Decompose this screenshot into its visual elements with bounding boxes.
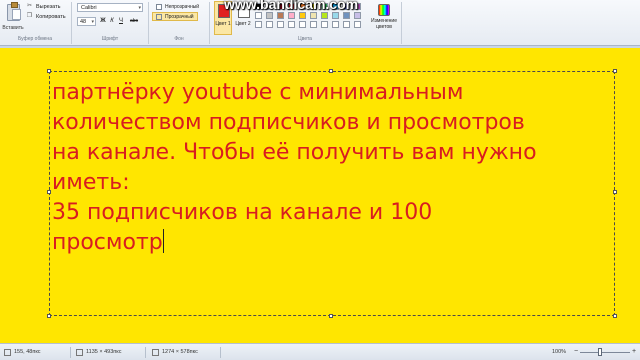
text-line: партнёрку youtube с минимальным xyxy=(52,80,464,105)
opaque-label: Непрозрачный xyxy=(165,4,200,10)
palette-swatch[interactable] xyxy=(321,12,328,19)
italic-button[interactable]: К xyxy=(108,17,116,26)
transparent-label: Прозрачный xyxy=(165,14,194,20)
text-line-last: просмотр xyxy=(52,228,614,258)
font-group-label: Шрифт xyxy=(101,36,119,42)
palette-swatch[interactable] xyxy=(255,12,262,19)
text-line: просмотр xyxy=(52,230,163,255)
copy-button[interactable]: ❐ Копировать xyxy=(26,12,66,21)
edit-colors-button[interactable]: Изменение цветов xyxy=(370,1,398,35)
zoom-slider-thumb[interactable] xyxy=(598,348,602,356)
palette-swatch[interactable] xyxy=(255,21,262,28)
resize-handle[interactable] xyxy=(329,314,333,318)
palette-swatch[interactable] xyxy=(277,21,284,28)
status-divider xyxy=(145,347,146,358)
selection-icon xyxy=(76,349,83,356)
palette-swatch[interactable] xyxy=(299,21,306,28)
ribbon: Вставить ✂ Вырезать ❐ Копировать Буфер о… xyxy=(0,0,640,46)
resize-handle[interactable] xyxy=(613,69,617,73)
background-group-label: Фон xyxy=(174,36,184,42)
resize-handle[interactable] xyxy=(47,69,51,73)
clipboard-icon xyxy=(7,2,21,21)
palette-swatch[interactable] xyxy=(354,12,361,19)
zoom-in-button[interactable]: + xyxy=(630,348,638,356)
copy-icon: ❐ xyxy=(26,13,33,19)
zoom-out-button[interactable]: − xyxy=(572,348,580,356)
text-line: количеством подписчиков и просмотров xyxy=(52,110,525,135)
palette-swatch[interactable] xyxy=(310,12,317,19)
opaque-icon xyxy=(156,4,162,10)
strikethrough-button[interactable]: abc xyxy=(127,17,141,26)
palette-swatch[interactable] xyxy=(321,21,328,28)
text-line: на канале. Чтобы её получить вам нужно xyxy=(52,140,537,165)
palette-swatch[interactable] xyxy=(354,21,361,28)
text-line: 35 подписчиков на канале и 100 xyxy=(52,200,433,225)
workspace: партнёрку youtube с минимальным количест… xyxy=(0,46,640,343)
edit-colors-label: Изменение цветов xyxy=(371,18,397,30)
image-size: 1274 × 578пкс xyxy=(152,344,198,360)
text-caret xyxy=(162,229,164,253)
chevron-down-icon: ▾ xyxy=(138,5,141,11)
font-size-select[interactable]: 48 ▾ xyxy=(77,17,96,26)
copy-label: Копировать xyxy=(36,13,66,20)
cursor-position: 155, 48пкс xyxy=(4,344,41,360)
palette-swatch[interactable] xyxy=(299,12,306,19)
palette-swatch[interactable] xyxy=(332,21,339,28)
group-divider xyxy=(401,2,402,44)
resize-handle[interactable] xyxy=(613,314,617,318)
status-bar: 155, 48пкс 1135 × 493пкс 1274 × 578пкс 1… xyxy=(0,343,640,360)
cursor-position-value: 155, 48пкс xyxy=(14,349,41,355)
underline-button[interactable]: Ч xyxy=(117,17,125,26)
font-family-select[interactable]: Calibri ▾ xyxy=(77,3,143,12)
resize-handle[interactable] xyxy=(47,190,51,194)
text-content[interactable]: партнёрку youtube с минимальным количест… xyxy=(52,78,614,258)
resize-handle[interactable] xyxy=(47,314,51,318)
palette-swatch[interactable] xyxy=(343,21,350,28)
bold-button[interactable]: Ж xyxy=(99,17,107,26)
chevron-down-icon: ▾ xyxy=(91,19,94,25)
font-size-value: 48 xyxy=(80,19,87,25)
opaque-option[interactable]: Непрозрачный xyxy=(152,2,200,11)
palette-swatch[interactable] xyxy=(266,12,273,19)
zoom-level: 100% xyxy=(552,349,567,355)
palette-swatch[interactable] xyxy=(332,12,339,19)
text-box[interactable]: партнёрку youtube с минимальным количест… xyxy=(47,69,617,318)
color-wheel-icon xyxy=(378,4,390,16)
palette-swatch[interactable] xyxy=(266,21,273,28)
cut-label: Вырезать xyxy=(36,3,61,10)
status-divider xyxy=(70,347,71,358)
palette-swatch[interactable] xyxy=(277,12,284,19)
cut-button[interactable]: ✂ Вырезать xyxy=(26,2,60,11)
transparent-option[interactable]: Прозрачный xyxy=(152,12,198,21)
cursor-icon xyxy=(4,349,11,356)
font-family-value: Calibri xyxy=(81,5,97,11)
drawing-canvas[interactable]: партнёрку youtube с минимальным количест… xyxy=(0,48,640,343)
resize-handle[interactable] xyxy=(329,69,333,73)
status-divider xyxy=(220,347,221,358)
scissors-icon: ✂ xyxy=(26,3,33,9)
clipboard-group-label: Буфер обмена xyxy=(18,36,52,42)
image-size-icon xyxy=(152,349,159,356)
transparent-icon xyxy=(156,14,162,20)
palette-swatch[interactable] xyxy=(288,12,295,19)
palette-swatch[interactable] xyxy=(310,21,317,28)
palette-swatch[interactable] xyxy=(343,12,350,19)
selection-size: 1135 × 493пкс xyxy=(76,344,121,360)
colors-group-label: Цвета xyxy=(298,36,312,42)
paste-label: Вставить xyxy=(2,25,24,31)
text-line: иметь: xyxy=(52,170,130,195)
image-size-value: 1274 × 578пкс xyxy=(162,349,198,355)
recorder-watermark: www.bandicam.com xyxy=(224,0,359,12)
palette-swatch[interactable] xyxy=(288,21,295,28)
selection-size-value: 1135 × 493пкс xyxy=(86,349,122,355)
paste-button[interactable]: Вставить xyxy=(2,1,24,35)
color2-label: Цвет 2 xyxy=(235,21,251,27)
zoom-slider-track[interactable] xyxy=(580,352,630,353)
color1-label: Цвет 1 xyxy=(215,21,231,27)
